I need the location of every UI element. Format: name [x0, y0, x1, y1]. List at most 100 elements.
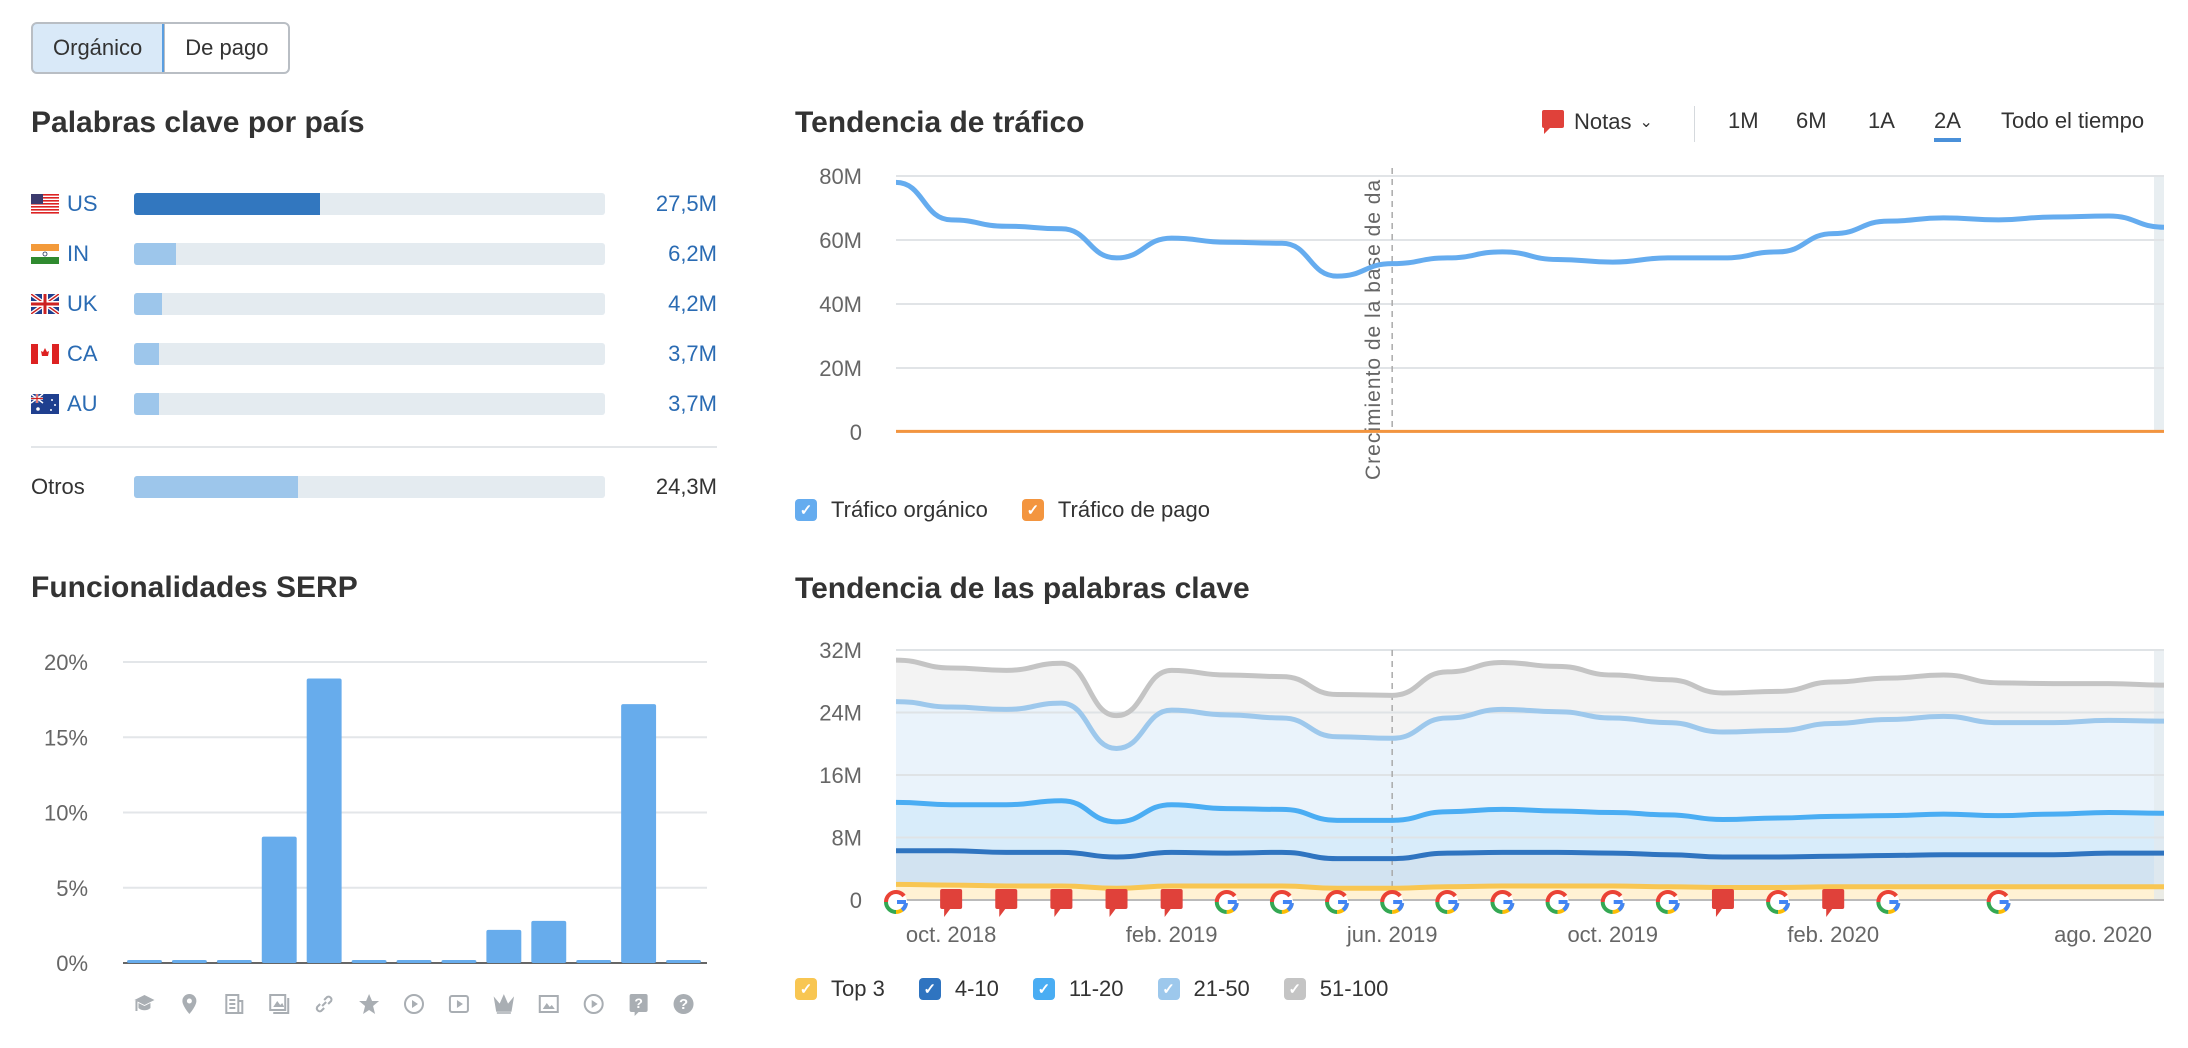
video-play-icon[interactable] [583, 994, 604, 1014]
google-update-icon[interactable] [1380, 890, 1405, 915]
map-pin-icon[interactable] [182, 994, 197, 1014]
share-bar-fill [134, 293, 163, 315]
checkbox-21-50[interactable]: ✓ [1157, 978, 1180, 1000]
country-code[interactable]: CA [67, 341, 127, 367]
traffic-chart: 0 20M 40M 60M 80M Crecimiento de la base de d… [819, 164, 2165, 480]
google-update-icon[interactable] [1766, 890, 1791, 915]
svg-text:?: ? [679, 996, 688, 1013]
range-2a[interactable]: 2A [1934, 108, 1961, 142]
checkbox-51-100[interactable]: ✓ [1283, 978, 1306, 1000]
country-row-ca[interactable]: CA 3,7M [31, 339, 717, 369]
checkbox-11-20[interactable]: ✓ [1032, 978, 1055, 1000]
country-row-other[interactable]: Otros 24,3M [31, 472, 717, 502]
country-row-in[interactable]: IN 6,2M [31, 239, 717, 269]
country-code[interactable]: UK [67, 291, 127, 317]
note-marker-icon[interactable] [1160, 889, 1183, 917]
notes-dropdown[interactable]: Notas ⌄ [1540, 108, 1653, 136]
google-update-icon[interactable] [884, 890, 908, 915]
video-square-icon[interactable] [448, 995, 469, 1013]
y-tick-label: 0% [56, 951, 88, 976]
serp-bar[interactable] [441, 959, 477, 963]
image-icon[interactable] [538, 995, 559, 1013]
country-value[interactable]: 6,2M [668, 241, 717, 267]
faq-bubble-icon[interactable]: ? [629, 994, 648, 1016]
google-update-icon[interactable] [1876, 890, 1901, 915]
country-value[interactable]: 3,7M [668, 341, 717, 367]
serp-bar[interactable] [261, 836, 297, 963]
range-all-time[interactable]: Todo el tiempo [2001, 108, 2144, 134]
range-6m[interactable]: 6M [1796, 108, 1827, 134]
country-code: Otros [31, 474, 85, 499]
note-marker-icon[interactable] [1711, 889, 1734, 917]
flag-au-icon [31, 394, 59, 414]
country-row-au[interactable]: AU 3,7M [31, 389, 717, 419]
google-update-icon[interactable] [1986, 890, 2011, 915]
checkbox-organic[interactable]: ✓ [795, 499, 817, 521]
serp-bar[interactable] [531, 920, 567, 963]
country-code[interactable]: AU [67, 391, 127, 417]
note-marker-icon[interactable] [1105, 889, 1128, 917]
google-update-icon[interactable] [1490, 890, 1515, 915]
country-value[interactable]: 27,5M [656, 191, 717, 217]
y-tick-label: 32M [819, 638, 862, 663]
google-update-icon[interactable] [1435, 890, 1460, 915]
countries-title: Palabras clave por país [31, 106, 365, 139]
image-pack-icon[interactable] [269, 994, 290, 1014]
video-circle-icon[interactable] [404, 994, 424, 1014]
note-marker-icon[interactable] [995, 889, 1018, 917]
crown-icon[interactable] [493, 994, 515, 1014]
serp-bar[interactable] [486, 929, 522, 963]
news-icon[interactable] [225, 994, 244, 1014]
note-icon [1542, 110, 1564, 134]
flag-ca-icon [31, 344, 59, 364]
share-bar [134, 243, 605, 265]
link-icon[interactable] [315, 995, 333, 1013]
google-update-icon[interactable] [1214, 890, 1239, 915]
note-marker-icon[interactable] [1822, 889, 1845, 917]
serp-bar[interactable] [621, 704, 657, 963]
serp-bar[interactable] [666, 959, 701, 963]
serp-bar[interactable] [351, 959, 387, 963]
flag-in-icon [31, 244, 59, 264]
serp-chart: 0% 5% 10% 15% 20%?? [44, 650, 707, 1016]
google-update-icon[interactable] [1545, 890, 1570, 915]
google-update-icon[interactable] [1655, 890, 1680, 915]
country-row-us[interactable]: US 27,5M [31, 189, 717, 219]
question-icon[interactable]: ? [673, 994, 694, 1014]
y-tick-label: 0 [850, 888, 862, 913]
serp-bar[interactable] [396, 959, 432, 963]
serp-bar[interactable] [171, 959, 207, 963]
serp-bar[interactable] [306, 678, 342, 963]
star-icon[interactable] [359, 994, 380, 1014]
google-update-icon[interactable] [1600, 890, 1625, 915]
serp-bar[interactable] [216, 959, 252, 963]
serp-bar[interactable] [127, 959, 162, 963]
range-1m[interactable]: 1M [1728, 108, 1759, 134]
y-tick-label: 80M [819, 164, 862, 189]
x-tick-label: ago. 2020 [2054, 922, 2152, 947]
note-marker-icon[interactable] [1050, 889, 1073, 917]
graduation-cap-icon[interactable] [134, 995, 155, 1011]
y-tick-label: 0 [850, 420, 862, 445]
google-update-icon[interactable] [1325, 890, 1350, 915]
country-code[interactable]: US [67, 191, 127, 217]
country-code[interactable]: IN [67, 241, 127, 267]
x-tick-label: feb. 2019 [1126, 922, 1218, 947]
annotation-label[interactable]: Crecimiento de la base de da [1362, 179, 1385, 480]
serp-bar[interactable] [576, 959, 612, 963]
toggle-organic[interactable]: Orgánico [33, 24, 165, 72]
note-marker-icon[interactable] [940, 889, 963, 917]
checkbox-paid[interactable]: ✓ [1021, 499, 1044, 521]
range-1a[interactable]: 1A [1868, 108, 1895, 134]
notes-label: Notas [1574, 109, 1632, 134]
traffic-legend: ✓ Tráfico orgánico ✓ Tráfico de pago [795, 497, 1210, 523]
country-value[interactable]: 4,2M [668, 291, 717, 317]
toggle-paid[interactable]: De pago [164, 24, 288, 72]
country-value[interactable]: 3,7M [668, 391, 717, 417]
country-row-uk[interactable]: UK 4,2M [31, 289, 717, 319]
checkbox-4-10[interactable]: ✓ [918, 978, 941, 1000]
google-update-icon[interactable] [1269, 890, 1294, 915]
keywords-title: Tendencia de las palabras clave [795, 572, 1250, 605]
checkbox-top-3[interactable]: ✓ [795, 978, 817, 1000]
legend-label: Top 3 [831, 976, 885, 1001]
